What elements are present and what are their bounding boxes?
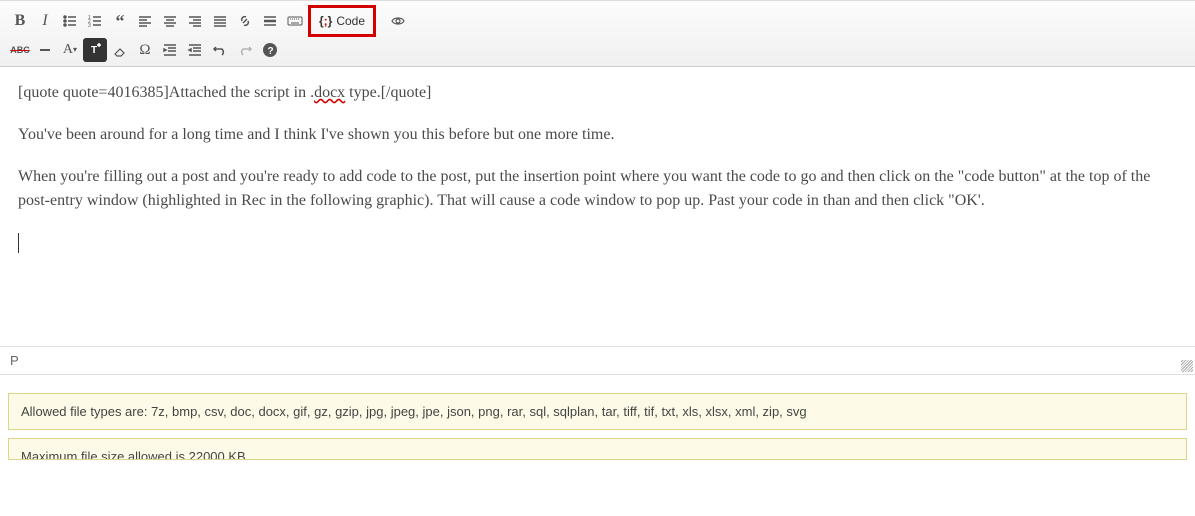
code-button[interactable]: {;} Code <box>313 9 371 33</box>
toolbar-row-1: B I 123 “ {;} Code <box>8 5 1187 37</box>
editor-toolbar: B I 123 “ {;} Code ABC A T Ω ? <box>0 0 1195 67</box>
indent-button[interactable] <box>183 38 207 62</box>
editor-content[interactable]: [quote quote=4016385]Attached the script… <box>0 67 1195 347</box>
spellcheck-button[interactable]: ABC <box>8 38 32 62</box>
svg-text:3: 3 <box>88 23 91 29</box>
number-list-button[interactable]: 123 <box>83 9 107 33</box>
keyboard-button[interactable] <box>283 9 307 33</box>
max-filesize-notice: Maximum file size allowed is 22000 KB <box>8 438 1187 460</box>
preview-button[interactable] <box>386 9 410 33</box>
font-color-button[interactable]: A <box>58 38 82 62</box>
spell-error: docx <box>314 84 345 101</box>
svg-text:?: ? <box>268 46 274 57</box>
undo-button[interactable] <box>208 38 232 62</box>
outdent-button[interactable] <box>158 38 182 62</box>
editor-line-1: [quote quote=4016385]Attached the script… <box>18 81 1177 105</box>
eraser-button[interactable] <box>108 38 132 62</box>
text-cursor <box>18 233 19 253</box>
align-left-button[interactable] <box>133 9 157 33</box>
element-path[interactable]: P <box>10 353 19 368</box>
toolbar-row-2: ABC A T Ω ? <box>8 38 1187 62</box>
align-center-button[interactable] <box>158 9 182 33</box>
editor-status-bar: P <box>0 347 1195 375</box>
omega-button[interactable]: Ω <box>133 38 157 62</box>
editor-line-2: You've been around for a long time and I… <box>18 123 1177 147</box>
link-button[interactable] <box>233 9 257 33</box>
code-braces-icon: {;} <box>319 14 332 28</box>
blockquote-button[interactable]: “ <box>108 9 132 33</box>
bold-button[interactable]: B <box>8 9 32 33</box>
paste-text-button[interactable]: T <box>83 38 107 62</box>
code-button-highlight: {;} Code <box>308 5 376 37</box>
resize-grip[interactable] <box>1181 360 1193 372</box>
svg-text:T: T <box>91 45 97 56</box>
help-button[interactable]: ? <box>258 38 282 62</box>
italic-button[interactable]: I <box>33 9 57 33</box>
allowed-filetypes-notice: Allowed file types are: 7z, bmp, csv, do… <box>8 393 1187 430</box>
hr-button[interactable] <box>258 9 282 33</box>
align-justify-button[interactable] <box>208 9 232 33</box>
bullet-list-button[interactable] <box>58 9 82 33</box>
redo-button[interactable] <box>233 38 257 62</box>
code-button-label: Code <box>336 14 365 28</box>
align-right-button[interactable] <box>183 9 207 33</box>
hr-insert-button[interactable] <box>33 38 57 62</box>
editor-line-3: When you're filling out a post and you'r… <box>18 165 1177 213</box>
